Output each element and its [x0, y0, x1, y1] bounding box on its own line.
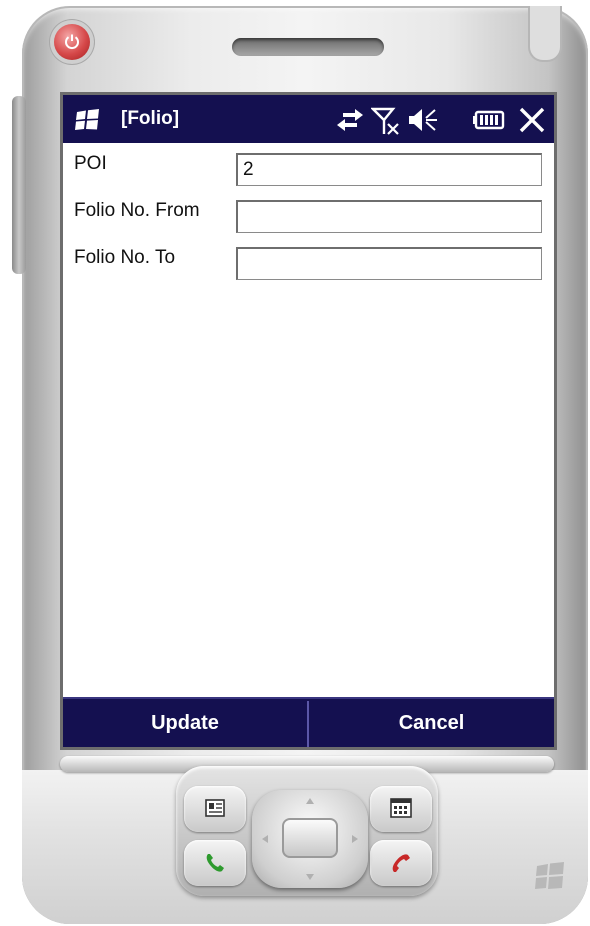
- stylus-slot: [528, 6, 562, 62]
- sync-icon[interactable]: [335, 107, 365, 137]
- folio-from-row: Folio No. From: [63, 192, 554, 234]
- poi-label: POI: [74, 153, 107, 174]
- end-call-icon: [392, 854, 410, 872]
- poi-input[interactable]: [236, 153, 542, 186]
- start-menu-icon[interactable]: [73, 109, 103, 135]
- battery-icon[interactable]: [473, 110, 505, 134]
- window-title: [Folio]: [121, 108, 180, 129]
- folio-from-label: Folio No. From: [74, 200, 200, 221]
- close-icon[interactable]: [518, 106, 546, 138]
- left-softkey-hardware-button[interactable]: [184, 786, 246, 832]
- call-hardware-button[interactable]: [184, 840, 246, 886]
- folio-to-row: Folio No. To: [63, 239, 554, 281]
- update-button[interactable]: Update: [63, 699, 307, 747]
- folio-to-input[interactable]: [236, 247, 542, 280]
- contacts-icon: [205, 799, 225, 817]
- cancel-button[interactable]: Cancel: [309, 699, 554, 747]
- end-call-hardware-button[interactable]: [370, 840, 432, 886]
- earpiece-speaker: [232, 38, 384, 56]
- right-softkey-hardware-button[interactable]: [370, 786, 432, 832]
- power-icon: [65, 34, 79, 49]
- speaker-icon[interactable]: [407, 107, 439, 137]
- screen: [Folio] POI 2 Folio No. From Folio No. T…: [63, 95, 554, 747]
- softkey-bar: Update Cancel: [63, 697, 554, 747]
- windows-logo-icon: [532, 862, 568, 896]
- folio-to-label: Folio No. To: [74, 247, 176, 268]
- call-icon: [206, 854, 224, 872]
- power-button[interactable]: [54, 24, 90, 60]
- title-bar: [Folio]: [63, 95, 554, 143]
- folio-from-input[interactable]: [236, 200, 542, 233]
- no-signal-icon[interactable]: [370, 107, 401, 139]
- side-button[interactable]: [12, 96, 26, 274]
- poi-row: POI: [63, 145, 554, 187]
- calendar-icon: [390, 798, 412, 818]
- d-pad-center-button[interactable]: [282, 818, 338, 858]
